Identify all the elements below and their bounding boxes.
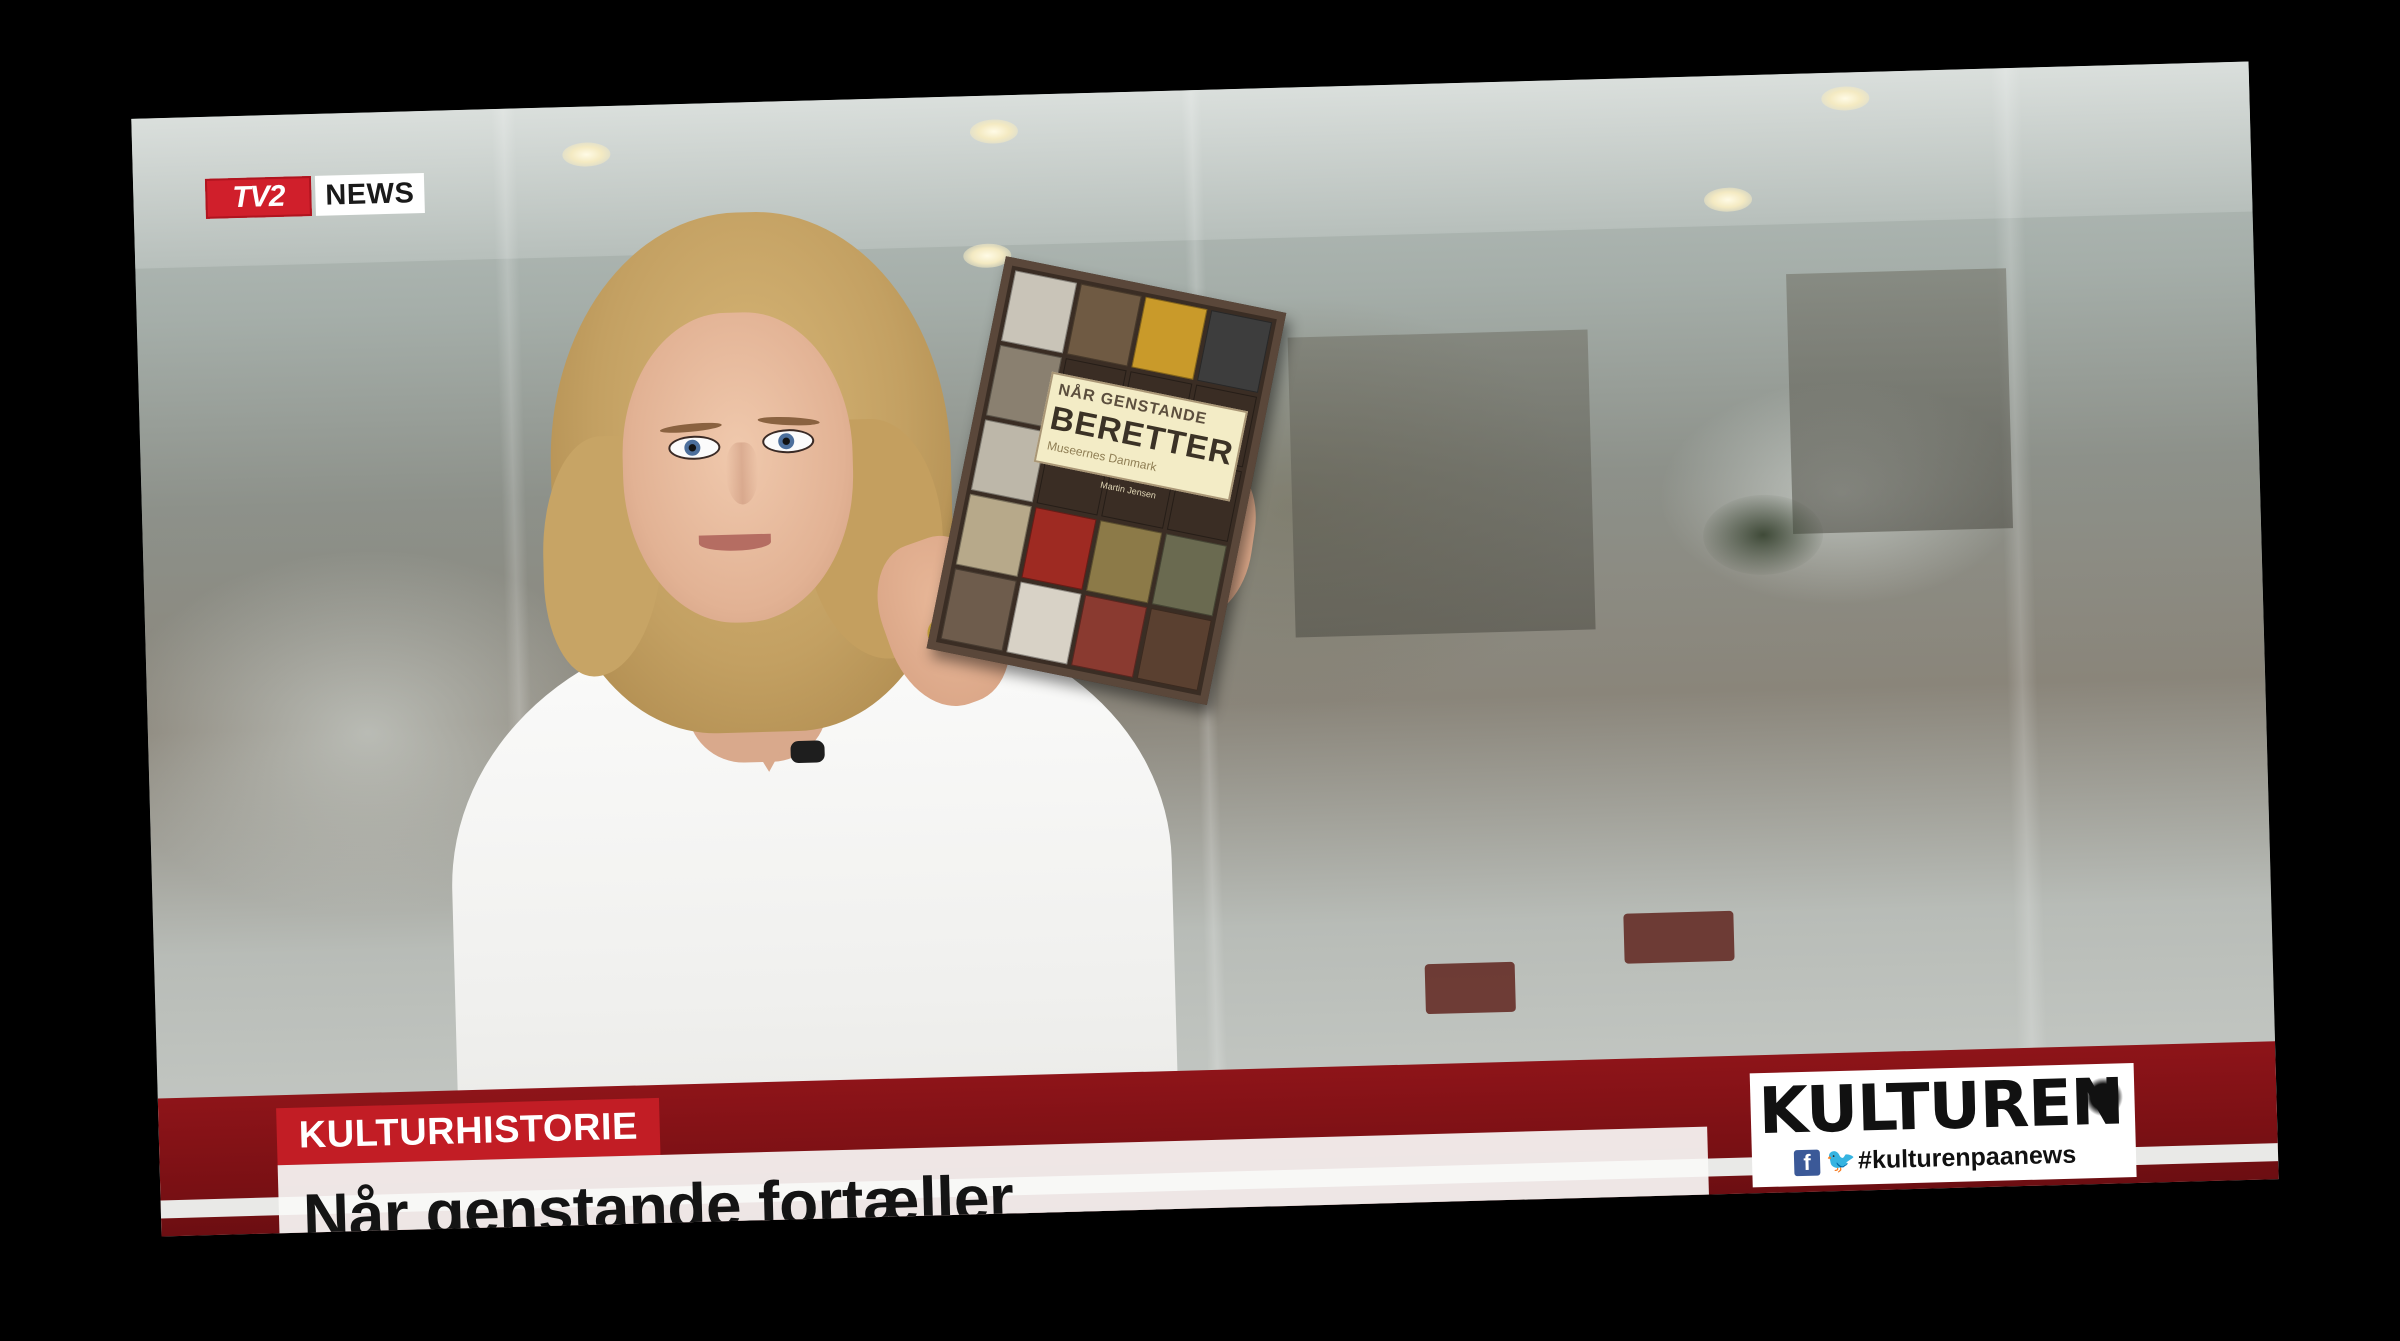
tv-screen: NÅR GENSTANDE BERETTER Museernes Danmark… <box>131 61 2279 1237</box>
channel-logo: TV2 NEWS <box>204 172 425 219</box>
headline-text: Når genstande fortæller <box>302 1161 1015 1237</box>
book-tile <box>1066 283 1142 367</box>
book-tile <box>1196 309 1273 393</box>
lapel-mic <box>790 740 825 764</box>
facebook-icon: f <box>1793 1149 1821 1176</box>
twitter-icon: 🐦 <box>1825 1147 1857 1175</box>
book-tile <box>1001 270 1077 354</box>
segment-title: KULTUREN <box>1757 1065 2125 1150</box>
book-tile <box>1151 533 1227 617</box>
segment-hashtag: #kulturenpaanews <box>1857 1140 2077 1175</box>
news-label: NEWS <box>314 172 425 216</box>
book-tile <box>1086 520 1162 604</box>
book-tile <box>955 493 1032 577</box>
tv2-logo: TV2 <box>204 176 312 219</box>
segment-badge: KULTUREN f 🐦 #kulturenpaanews <box>1749 1063 2137 1188</box>
book-tile <box>1071 594 1147 678</box>
book-tile <box>1136 607 1212 691</box>
book-tile <box>1020 507 1097 590</box>
book-tile <box>1131 296 1207 380</box>
photo-stage: NÅR GENSTANDE BERETTER Museernes Danmark… <box>0 0 2400 1341</box>
book-tile <box>1005 581 1082 665</box>
category-label: KULTURHISTORIE <box>276 1097 661 1166</box>
social-row: f 🐦 #kulturenpaanews <box>1793 1140 2077 1178</box>
book-tile <box>940 568 1017 652</box>
